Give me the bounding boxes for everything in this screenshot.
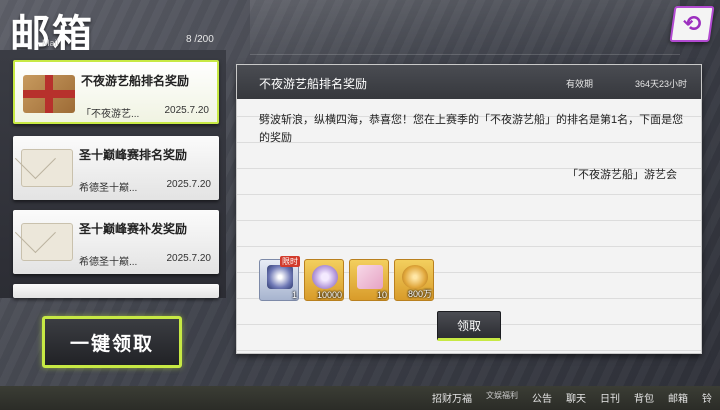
avatar-frame-icon [267, 265, 293, 289]
gold-coins-icon [402, 265, 428, 289]
detail-title: 不夜游艺船排名奖励 [259, 77, 368, 91]
mail-list-panel[interactable]: 不夜游艺船排名奖励 「不夜游艺... 2025.7.20 圣十巅峰赛排名奖励 希… [0, 50, 226, 298]
envelope-icon [21, 149, 73, 187]
mail-detail-panel: 不夜游艺船排名奖励 有效期 364天23小时 劈波斩浪，纵横四海，恭喜您！您在上… [236, 64, 702, 354]
nav-item-daily[interactable]: 日刊 [600, 390, 620, 405]
mail-signature: 「不夜游艺船」游艺会 [567, 169, 677, 181]
nav-item-announcement[interactable]: 公告 [532, 390, 552, 405]
nav-item-fortune[interactable]: 招财万福 [432, 390, 472, 405]
reward-item[interactable]: 限时 1 [259, 256, 300, 301]
reward-quantity: 10 [376, 290, 387, 300]
mail-item-title: 圣十巅峰赛补发奖励 [79, 222, 188, 236]
nav-item-bag[interactable]: 背包 [634, 390, 654, 405]
validity-value: 364天23小时 [634, 79, 687, 89]
header-decoration [250, 0, 680, 55]
reward-quantity: 10000 [316, 290, 342, 300]
crystal-coin-icon [312, 265, 338, 289]
mail-item-date: 2025.7.20 [166, 179, 212, 190]
mail-item[interactable]: 不夜游艺船排名奖励 「不夜游艺... 2025.7.20 [13, 60, 219, 124]
claim-button[interactable]: 领取 [437, 311, 501, 341]
mail-item-title: 圣十巅峰赛排名奖励 [79, 148, 188, 162]
treasure-chest-icon [357, 265, 383, 289]
mail-item[interactable]: 圣十巅峰赛排名奖励 希德圣十巅... 2025.7.20 [13, 136, 219, 200]
back-arrow-icon: ⟲ [682, 11, 702, 36]
validity-label: 有效期 [565, 79, 593, 89]
back-button[interactable]: ⟲ [669, 6, 715, 42]
mail-count: 8 /200 [186, 34, 214, 45]
reward-item[interactable]: 10 [349, 259, 389, 301]
mail-item-date: 2025.7.20 [164, 105, 210, 116]
nav-item-chat[interactable]: 聊天 [566, 390, 586, 405]
reward-quantity: 1 [291, 290, 297, 300]
mail-item-sender: 希德圣十巅... [79, 257, 138, 268]
nav-item-mail[interactable]: 邮箱 [668, 390, 688, 405]
nav-item-welfare[interactable]: 文娱福利 [486, 390, 518, 405]
mail-item-sender: 「不夜游艺... [81, 109, 140, 120]
envelope-icon [21, 223, 73, 261]
reward-list: 限时 1 10000 10 800万 [259, 256, 434, 301]
bottom-nav: 招财万福 文娱福利 公告 聊天 日刊 背包 邮箱 铃 [432, 390, 712, 405]
limited-badge: 限时 [280, 256, 300, 267]
detail-header: 不夜游艺船排名奖励 有效期 364天23小时 [237, 65, 701, 99]
reward-quantity: 800万 [407, 289, 432, 299]
page-subtitle: Mail [42, 38, 59, 48]
mail-body: 劈波斩浪，纵横四海，恭喜您！您在上赛季的「不夜游艺船」的排名是第1名，下面是您的… [259, 114, 684, 144]
nav-item-bell[interactable]: 铃 [702, 390, 712, 405]
reward-item[interactable]: 800万 [394, 259, 434, 301]
reward-item[interactable]: 10000 [304, 259, 344, 301]
gift-box-icon [23, 75, 75, 113]
mail-item-date: 2025.7.20 [166, 253, 212, 264]
mail-item-partial[interactable] [13, 284, 219, 298]
mail-item-title: 不夜游艺船排名奖励 [81, 74, 190, 88]
bottom-nav-bar: 招财万福 文娱福利 公告 聊天 日刊 背包 邮箱 铃 [0, 386, 720, 410]
mail-item[interactable]: 圣十巅峰赛补发奖励 希德圣十巅... 2025.7.20 [13, 210, 219, 274]
claim-all-button[interactable]: 一键领取 [42, 316, 182, 368]
mail-item-sender: 希德圣十巅... [79, 183, 138, 194]
